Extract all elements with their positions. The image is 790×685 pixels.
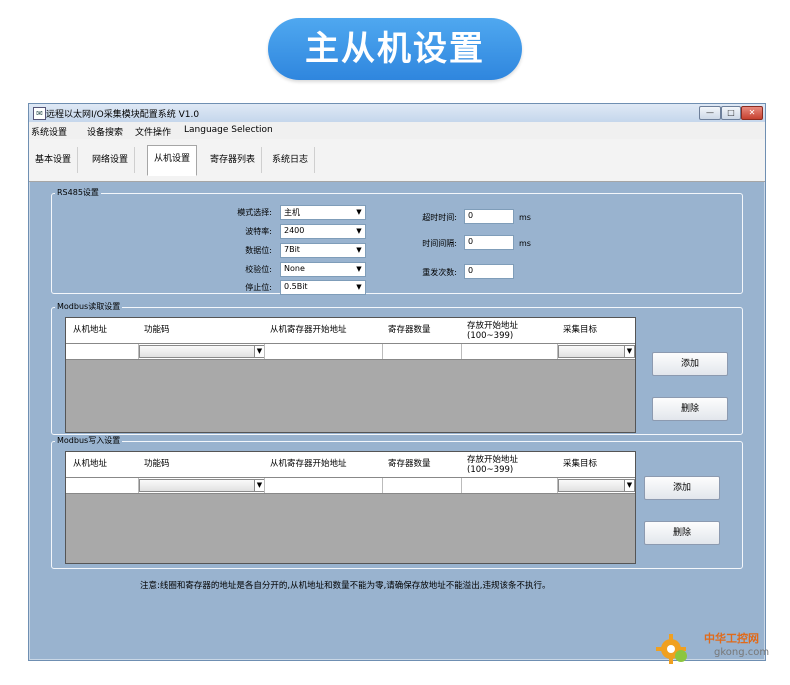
menu-device-search[interactable]: 设备搜索: [87, 125, 123, 138]
delete-read-button[interactable]: 删除: [652, 397, 728, 421]
chevron-down-icon: ▼: [356, 208, 362, 216]
modbus-read-group: Modbus读取设置 从机地址 功能码 从机寄存器开始地址 寄存器数量 存放开始…: [51, 301, 743, 435]
mode-select[interactable]: 主机 ▼: [280, 205, 366, 220]
column-register-count: 寄存器数量: [388, 459, 431, 469]
tab-register-list[interactable]: 寄存器列表: [204, 147, 263, 173]
table-row[interactable]: ▼ ▼: [66, 343, 635, 360]
mode-label: 模式选择:: [237, 208, 272, 217]
cell-divider: [264, 478, 265, 493]
interval-input[interactable]: 0: [464, 235, 514, 250]
column-slave-address: 从机地址: [73, 459, 108, 469]
function-code-select[interactable]: ▼: [139, 479, 265, 492]
interval-label: 时间间隔:: [422, 239, 457, 248]
collect-target-select[interactable]: ▼: [558, 479, 635, 492]
app-icon: ✉: [33, 107, 46, 120]
column-slave-register-start: 从机寄存器开始地址: [270, 325, 347, 335]
interval-unit: ms: [519, 239, 531, 248]
chevron-down-icon: ▼: [356, 227, 362, 235]
cell-divider: [461, 344, 462, 359]
watermark-cn: 中华工控网: [704, 632, 759, 645]
menu-bar: 系统设置 设备搜索 文件操作 Language Selection: [29, 122, 765, 139]
timeout-value: 0: [468, 211, 474, 220]
delete-write-button[interactable]: 删除: [644, 521, 720, 545]
table-row[interactable]: ▼ ▼: [66, 477, 635, 494]
cell-divider: [461, 478, 462, 493]
tab-system-log[interactable]: 系统日志: [266, 147, 316, 173]
menu-language-selection[interactable]: Language Selection: [184, 125, 273, 135]
cell-divider: [382, 478, 383, 493]
databits-label: 数据位:: [245, 246, 272, 255]
chevron-down-icon: ▼: [254, 480, 264, 491]
chevron-down-icon: ▼: [356, 283, 362, 291]
interval-value: 0: [468, 237, 474, 246]
tab-slave-settings[interactable]: 从机设置: [147, 145, 198, 176]
modbus-write-table[interactable]: 从机地址 功能码 从机寄存器开始地址 寄存器数量 存放开始地址 (100~399…: [65, 451, 636, 564]
tab-network-settings[interactable]: 网络设置: [86, 147, 136, 173]
minimize-button[interactable]: —: [699, 106, 721, 120]
chevron-down-icon: ▼: [624, 480, 634, 491]
databits-select[interactable]: 7Bit ▼: [280, 243, 366, 258]
column-function-code: 功能码: [144, 325, 170, 335]
timeout-input[interactable]: 0: [464, 209, 514, 224]
stopbits-select[interactable]: 0.5Bit ▼: [280, 280, 366, 295]
cell-divider: [382, 344, 383, 359]
close-button[interactable]: ✕: [741, 106, 763, 120]
retry-label: 重发次数:: [422, 268, 457, 277]
parity-label: 校验位:: [245, 265, 272, 274]
timeout-unit: ms: [519, 213, 531, 222]
watermark-logo: 中华工控网 gkong.com: [654, 628, 784, 668]
page-banner-title: 主从机设置: [268, 18, 522, 80]
stopbits-label: 停止位:: [245, 283, 272, 292]
databits-value: 7Bit: [284, 245, 300, 254]
stopbits-value: 0.5Bit: [284, 282, 308, 291]
column-collect-target: 采集目标: [563, 459, 598, 469]
modbus-write-group-title: Modbus写入设置: [55, 435, 123, 446]
chevron-down-icon: ▼: [356, 265, 362, 273]
cell-divider: [264, 344, 265, 359]
column-collect-target: 采集目标: [563, 325, 598, 335]
window-title: 远程以太网I/O采集模块配置系统 V1.0: [46, 110, 200, 120]
gear-icon: [656, 634, 687, 664]
menu-file-operations[interactable]: 文件操作: [135, 125, 171, 138]
app-window: ✉ 远程以太网I/O采集模块配置系统 V1.0 — □ ✕ 系统设置 设备搜索 …: [28, 103, 766, 661]
parity-value: None: [284, 264, 305, 273]
parity-select[interactable]: None ▼: [280, 262, 366, 277]
column-slave-address: 从机地址: [73, 325, 108, 335]
chevron-down-icon: ▼: [356, 246, 362, 254]
add-write-button[interactable]: 添加: [644, 476, 720, 500]
timeout-label: 超时时间:: [422, 213, 457, 222]
retry-value: 0: [468, 266, 474, 275]
table-header: 从机地址 功能码 从机寄存器开始地址 寄存器数量 存放开始地址 (100~399…: [66, 452, 635, 477]
notice-text: 注意:线圈和寄存器的地址是各自分开的,从机地址和数量不能为零,请确保存放地址不能…: [140, 581, 551, 591]
tab-basic-settings[interactable]: 基本设置: [29, 147, 79, 173]
title-bar: ✉ 远程以太网I/O采集模块配置系统 V1.0 — □ ✕: [29, 104, 765, 122]
column-slave-register-start: 从机寄存器开始地址: [270, 459, 347, 469]
mode-value: 主机: [284, 208, 300, 217]
table-header: 从机地址 功能码 从机寄存器开始地址 寄存器数量 存放开始地址 (100~399…: [66, 318, 635, 343]
retry-input[interactable]: 0: [464, 264, 514, 279]
column-function-code: 功能码: [144, 459, 170, 469]
rs485-group: RS485设置 模式选择: 主机 ▼ 波特率: 2400 ▼ 数据位: 7Bit…: [51, 187, 743, 295]
baud-select[interactable]: 2400 ▼: [280, 224, 366, 239]
add-read-button[interactable]: 添加: [652, 352, 728, 376]
baud-label: 波特率:: [245, 227, 272, 236]
column-register-count: 寄存器数量: [388, 325, 431, 335]
chevron-down-icon: ▼: [254, 346, 264, 357]
modbus-read-table[interactable]: 从机地址 功能码 从机寄存器开始地址 寄存器数量 存放开始地址 (100~399…: [65, 317, 636, 433]
rs485-group-title: RS485设置: [55, 187, 101, 198]
modbus-write-group: Modbus写入设置 从机地址 功能码 从机寄存器开始地址 寄存器数量 存放开始…: [51, 435, 743, 569]
tab-strip: 基本设置 网络设置 从机设置 寄存器列表 系统日志: [29, 139, 765, 182]
chevron-down-icon: ▼: [624, 346, 634, 357]
maximize-button[interactable]: □: [721, 106, 741, 120]
collect-target-select[interactable]: ▼: [558, 345, 635, 358]
function-code-select[interactable]: ▼: [139, 345, 265, 358]
modbus-read-group-title: Modbus读取设置: [55, 301, 123, 312]
watermark-en: gkong.com: [714, 647, 770, 658]
menu-system-settings[interactable]: 系统设置: [31, 125, 67, 138]
baud-value: 2400: [284, 226, 305, 235]
